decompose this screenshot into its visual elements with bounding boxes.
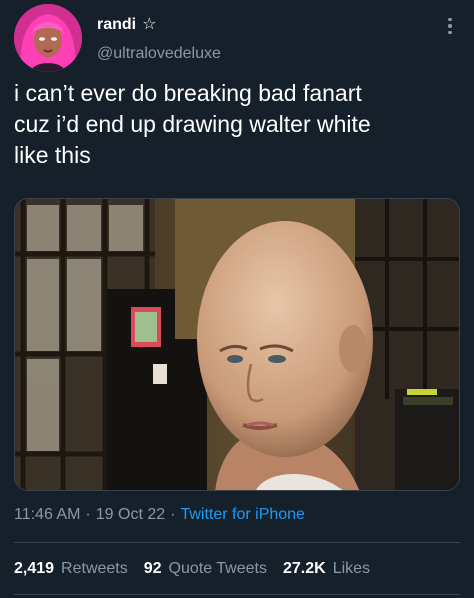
quote-tweets-stat[interactable]: 92 Quote Tweets (144, 560, 267, 578)
meta-separator: · (170, 506, 176, 523)
tweet-header: randi ☆ @ultralovedeluxe (14, 4, 460, 74)
quote-tweets-label: Quote Tweets (168, 560, 267, 577)
more-options-icon[interactable] (440, 12, 460, 40)
likes-stat[interactable]: 27.2K Likes (283, 560, 370, 578)
retweets-stat[interactable]: 2,419 Retweets (14, 560, 128, 578)
tweet-date[interactable]: 19 Oct 22 (96, 506, 165, 524)
likes-label: Likes (332, 560, 371, 577)
divider (14, 542, 460, 543)
star-outline-icon: ☆ (142, 16, 157, 33)
tweet-meta: 11:46 AM · 19 Oct 22 · Twitter for iPhon… (14, 506, 305, 524)
meta-separator: · (85, 506, 91, 523)
likes-count: 27.2K (282, 560, 326, 577)
retweets-label: Retweets (61, 560, 128, 577)
handle[interactable]: @ultralovedeluxe (97, 45, 221, 63)
divider (14, 594, 460, 595)
tweet-source-link[interactable]: Twitter for iPhone (180, 506, 305, 524)
quote-tweets-count: 92 (143, 560, 162, 577)
name-row: randi ☆ (97, 16, 156, 34)
display-name[interactable]: randi (97, 16, 136, 34)
avatar[interactable] (14, 4, 82, 72)
tweet-text: i can’t ever do breaking bad fanart cuz … (14, 80, 371, 168)
tweet-stats: 2,419 Retweets 92 Quote Tweets 27.2K Lik… (14, 560, 370, 578)
tweet-photo[interactable] (14, 198, 460, 491)
tweet-time[interactable]: 11:46 AM (14, 506, 80, 524)
retweets-count: 2,419 (14, 560, 55, 577)
